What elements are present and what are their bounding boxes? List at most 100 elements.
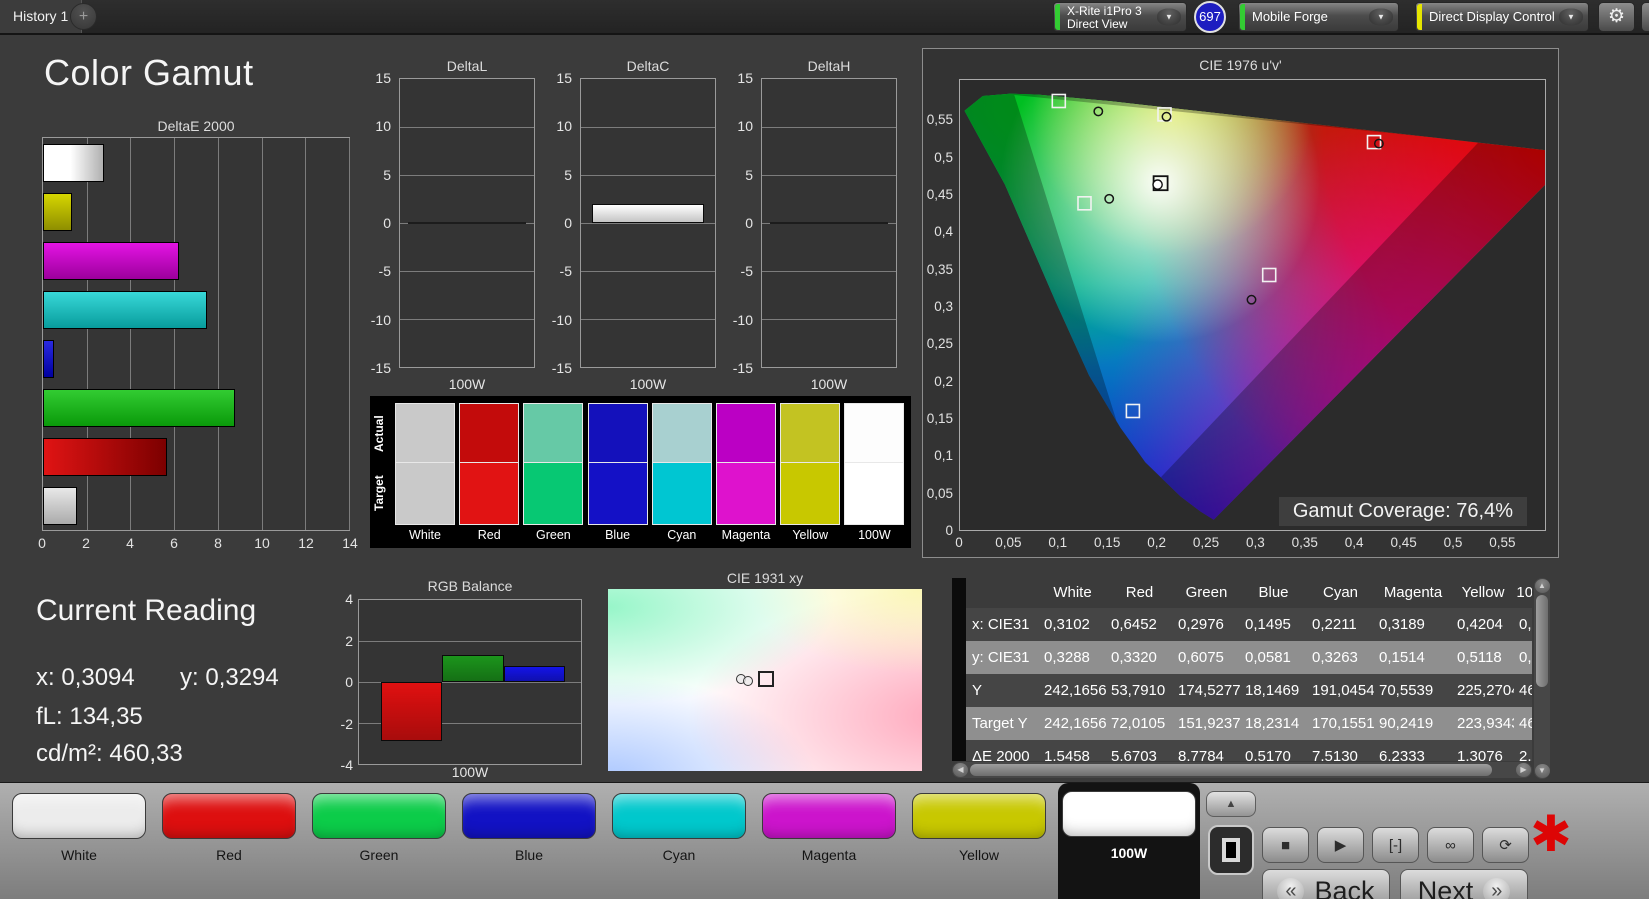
column-header: Green — [1173, 578, 1240, 608]
cell-value: 0,3288 — [1039, 641, 1106, 674]
bar-row-White — [43, 481, 349, 530]
next-button[interactable]: Next » — [1400, 869, 1528, 899]
y-tick-label: -5 — [379, 263, 391, 279]
collapse-panel-button[interactable]: ▲ — [1206, 791, 1256, 817]
chart-title: DeltaL — [399, 58, 535, 74]
pattern-swatch-White — [12, 793, 146, 839]
cell-value: 0,5170 — [1240, 740, 1307, 761]
fl-value: 134,35 — [69, 703, 142, 730]
gear-icon[interactable]: ⚙ — [1598, 2, 1635, 32]
y-tick-label: 0 — [745, 215, 753, 231]
table-horizontal-scrollbar[interactable]: ◀ ▶ — [952, 762, 1532, 778]
pattern-button-Red[interactable]: Red — [158, 785, 300, 899]
measure-icon[interactable]: [-] — [1372, 827, 1419, 863]
rgb-balance-y-axis: 420-2-4 — [330, 599, 356, 765]
swatch-label: Magenta — [711, 528, 781, 542]
column-header: Cyan — [1307, 578, 1374, 608]
actual-swatch-Yellow — [781, 404, 839, 463]
target-swatch-Magenta — [717, 463, 775, 524]
actual-target-swatch-panel: Actual Target WhiteRedGreenBlueCyanMagen… — [370, 396, 911, 548]
pattern-window-button[interactable] — [1208, 825, 1254, 875]
source-dropdown[interactable]: Mobile Forge ▼ — [1238, 2, 1399, 32]
back-button[interactable]: « Back — [1262, 869, 1390, 899]
cell-value: 7,5130 — [1307, 740, 1374, 761]
rgb-bar-Green — [442, 655, 503, 682]
clipped-toolbar-button[interactable] — [1641, 2, 1649, 32]
table-vertical-scrollbar[interactable]: ▲ ▼ — [1534, 578, 1550, 779]
pattern-button-Magenta[interactable]: Magenta — [758, 785, 900, 899]
column-header — [967, 578, 1039, 608]
cell-value: 53,7910 — [1106, 674, 1173, 707]
deltae-bar-Red — [43, 438, 167, 476]
swatch-label: Blue — [583, 528, 653, 542]
workflow-dropdown[interactable]: Direct Display Control ▼ — [1415, 2, 1589, 32]
reading-y: y: 0,3294 — [180, 664, 279, 692]
row-label: y: CIE31 — [967, 641, 1039, 674]
swatch-label: Red — [454, 528, 524, 542]
x-tick-label: 0,4 — [1345, 535, 1364, 550]
target-swatch-Green — [524, 463, 582, 524]
loop-icon[interactable]: ∞ — [1427, 827, 1474, 863]
pattern-button-Yellow[interactable]: Yellow — [908, 785, 1050, 899]
deltaC-bar — [592, 204, 705, 223]
gamut-coverage-value: 76,4% — [1456, 500, 1513, 522]
row-label: Target Y — [967, 707, 1039, 740]
cell-value: 1,3076 — [1452, 740, 1514, 761]
swatch-column-Red: Red — [460, 404, 518, 542]
y-tick-label: -15 — [371, 360, 391, 376]
pattern-button-Cyan[interactable]: Cyan — [608, 785, 750, 899]
deltae-bar-Magenta — [43, 242, 179, 280]
cell-value: 90,2419 — [1374, 707, 1452, 740]
y-tick-label: 2 — [345, 633, 353, 649]
meter-dropdown[interactable]: X-Rite i1Pro 3 Direct View ▼ — [1053, 2, 1187, 32]
pattern-button-Blue[interactable]: Blue — [458, 785, 600, 899]
stop-icon[interactable]: ■ — [1262, 827, 1309, 863]
y-tick-label: 15 — [737, 70, 753, 86]
cie1976-plot: Gamut Coverage: 76,4% — [959, 79, 1546, 531]
scroll-down-icon[interactable]: ▼ — [1535, 764, 1550, 778]
x-tick-label: 0,3 — [1246, 535, 1265, 550]
cie1976-title: CIE 1976 u'v' — [923, 57, 1558, 73]
row-label: Y — [967, 674, 1039, 707]
cell-value: 1,5458 — [1039, 740, 1106, 761]
pattern-swatch-Green — [312, 793, 446, 839]
scroll-up-icon[interactable]: ▲ — [1535, 579, 1550, 593]
x-tick-label: 10 — [254, 535, 270, 551]
pattern-button-Green[interactable]: Green — [308, 785, 450, 899]
calibration-app-window: History 1 + X-Rite i1Pro 3 Direct View ▼… — [0, 0, 1649, 899]
swatch-column-Cyan: Cyan — [653, 404, 711, 542]
swatch-column-Yellow: Yellow — [781, 404, 839, 542]
play-icon[interactable]: ▶ — [1317, 827, 1364, 863]
cell-value: 191,0454 — [1307, 674, 1374, 707]
pattern-button-100W[interactable]: 100W — [1058, 783, 1200, 899]
deltae2000-plot — [42, 137, 350, 531]
refresh-icon[interactable]: ⟳ — [1482, 827, 1529, 863]
scroll-left-icon[interactable]: ◀ — [953, 763, 968, 777]
add-tab-button[interactable]: + — [70, 3, 97, 30]
gridline — [581, 223, 715, 224]
actual-swatch-Cyan — [653, 404, 711, 463]
column-header: Blue — [1240, 578, 1307, 608]
y-axis-labels: 151050-5-10-15 — [361, 78, 394, 368]
pattern-button-label: Green — [300, 847, 458, 863]
top-bar: History 1 + X-Rite i1Pro 3 Direct View ▼… — [0, 0, 1649, 35]
transport-controls: ■▶[-]∞⟳ — [1262, 827, 1529, 863]
deltae-bar-100W — [43, 144, 104, 182]
scrollbar-track[interactable] — [1535, 593, 1549, 764]
page-title: Color Gamut — [44, 52, 254, 94]
scroll-right-icon[interactable]: ▶ — [1516, 763, 1531, 777]
scrollbar-thumb[interactable] — [1536, 595, 1548, 687]
cie1931-plot — [608, 589, 922, 771]
x-tick-label: 0,1 — [1048, 535, 1067, 550]
y-axis-labels: 151050-5-10-15 — [542, 78, 575, 368]
cell-value: 242,1656 — [1039, 674, 1106, 707]
scrollbar-track[interactable] — [968, 763, 1516, 777]
cdm2-label: cd/m²: — [36, 740, 103, 767]
source-status-stripe — [1240, 4, 1245, 30]
pattern-button-White[interactable]: White — [8, 785, 150, 899]
cell-value: 174,5277 — [1173, 674, 1240, 707]
deltaC-plot — [580, 78, 716, 368]
cell-value: 0,3294 — [1514, 641, 1532, 674]
column-header: Red — [1106, 578, 1173, 608]
scrollbar-thumb[interactable] — [970, 764, 1492, 776]
